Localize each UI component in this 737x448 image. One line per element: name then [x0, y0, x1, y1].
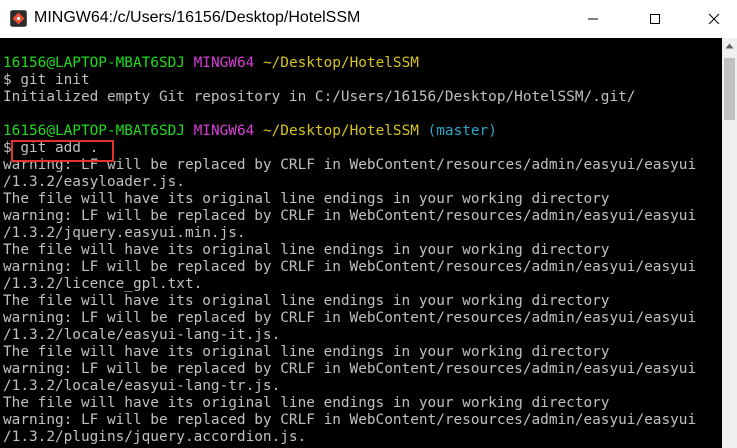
output-line: Initialized empty Git repository in C:/U…: [3, 89, 636, 105]
output-line: The file will have its original line end…: [3, 191, 610, 207]
git-bash-icon: [10, 10, 27, 27]
window-title: MINGW64:/c/Users/16156/Desktop/HotelSSM: [34, 9, 361, 26]
scrollbar-thumb[interactable]: [724, 58, 735, 120]
output-line: The file will have its original line end…: [3, 242, 610, 258]
vertical-scrollbar[interactable]: [722, 38, 737, 448]
output-line: /1.3.2/easyloader.js.: [3, 174, 185, 190]
prompt-env: MINGW64: [193, 123, 255, 139]
prompt-line: 16156@LAPTOP-MBAT6SDJ MINGW64 ~/Desktop/…: [0, 55, 722, 72]
terminal-window: MINGW64:/c/Users/16156/Desktop/HotelSSM …: [0, 0, 737, 448]
output-line: /1.3.2/plugins/jquery.accordion.js.: [3, 429, 307, 445]
prompt-user-host: 16156@LAPTOP-MBAT6SDJ: [3, 55, 185, 71]
output-line: /1.3.2/jquery.easyui.min.js.: [3, 225, 246, 241]
output-line: /1.3.2/locale/easyui-lang-tr.js.: [3, 378, 281, 394]
maximize-button[interactable]: [632, 0, 678, 38]
output-line: The file will have its original line end…: [3, 293, 610, 309]
output-line: warning: LF will be replaced by CRLF in …: [3, 361, 697, 377]
prompt-line: 16156@LAPTOP-MBAT6SDJ MINGW64 ~/Desktop/…: [0, 123, 722, 140]
output-line: /1.3.2/locale/easyui-lang-it.js.: [3, 327, 281, 343]
prompt-branch: (master): [427, 123, 497, 139]
output-line: The file will have its original line end…: [3, 395, 610, 411]
output-line: /1.3.2/licence_gpl.txt.: [3, 276, 203, 292]
close-icon: [708, 13, 720, 25]
minimize-icon: [588, 18, 598, 20]
prompt-user-host: 16156@LAPTOP-MBAT6SDJ: [3, 123, 185, 139]
output-line: The file will have its original line end…: [3, 344, 610, 360]
output-line: warning: LF will be replaced by CRLF in …: [3, 412, 697, 428]
maximize-icon: [650, 14, 660, 24]
output-line: warning: LF will be replaced by CRLF in …: [3, 157, 697, 173]
prompt-path: ~/Desktop/HotelSSM: [262, 55, 419, 71]
command-line-git-add: $ git add .: [3, 140, 99, 156]
command-line: $ git init: [3, 72, 90, 88]
prompt-path: ~/Desktop/HotelSSM: [262, 123, 419, 139]
output-line: warning: LF will be replaced by CRLF in …: [3, 259, 697, 275]
output-line: warning: LF will be replaced by CRLF in …: [3, 208, 697, 224]
title-bar[interactable]: MINGW64:/c/Users/16156/Desktop/HotelSSM: [0, 0, 737, 38]
terminal-output[interactable]: 16156@LAPTOP-MBAT6SDJ MINGW64 ~/Desktop/…: [0, 38, 722, 448]
output-line: warning: LF will be replaced by CRLF in …: [3, 310, 697, 326]
minimize-button[interactable]: [570, 0, 616, 38]
scroll-up-arrow-icon[interactable]: [722, 38, 737, 54]
prompt-env: MINGW64: [193, 55, 255, 71]
close-button[interactable]: [691, 0, 737, 38]
